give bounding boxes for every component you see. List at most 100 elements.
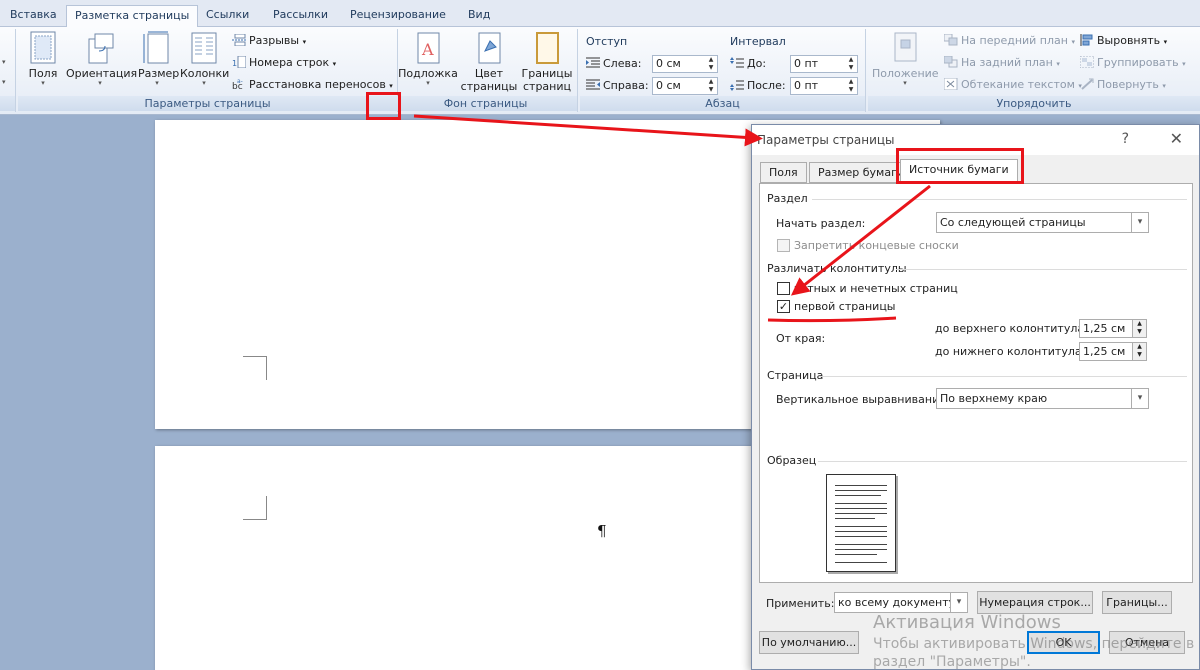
hyphenation-button[interactable]: bc a- Расстановка переносов ▾	[232, 77, 393, 93]
annotation-box-launcher	[366, 92, 401, 120]
section-divider	[812, 199, 1187, 200]
suppress-endnotes-label: Запретить концевые сноски	[794, 239, 959, 252]
tab-view[interactable]: Вид	[460, 5, 498, 27]
watermark-icon: A	[413, 31, 443, 65]
dialog-title: Параметры страницы	[757, 133, 895, 147]
size-button[interactable]: Размер ▾	[138, 31, 179, 87]
spacing-before-input[interactable]: 0 пт ▲ ▼	[790, 55, 858, 73]
indent-right-spinner[interactable]: ▲ ▼	[706, 78, 716, 94]
page-2-margin-corner	[243, 496, 267, 520]
start-section-select[interactable]: Со следующей страницы ▾	[936, 212, 1149, 233]
indent-left-spinner[interactable]: ▲ ▼	[706, 56, 716, 72]
rotate-button[interactable]: Повернуть ▾	[1080, 77, 1166, 93]
ribbon-group-paragraph: Отступ Слева: 0 см ▲ ▼ Справа: 0 см ▲ ▼ Инте…	[580, 29, 866, 112]
page-borders-button[interactable]: Границы страниц	[520, 31, 574, 93]
position-icon	[890, 31, 920, 65]
orientation-button[interactable]: Ориентация ▾	[66, 31, 137, 87]
ribbon-group-page-setup: Поля ▾ Ориентация ▾ Размер ▾ Колонки ▾ Р…	[18, 29, 398, 112]
apply-to-label: Применить:	[766, 597, 835, 610]
text-wrap-icon	[943, 77, 958, 91]
spacing-before-spinner[interactable]: ▲ ▼	[846, 56, 856, 72]
indent-right-label: Справа:	[586, 79, 649, 92]
first-page-checkbox[interactable]: ✓	[777, 300, 790, 313]
ribbon-group-page-background: A Подложка ▾ Цвет страницы ▾ Границы стр…	[394, 29, 578, 112]
ribbon: ▾ ▾ Поля ▾ Ориентация ▾ Размер ▾ Колонки…	[0, 27, 1200, 115]
svg-text:a-: a-	[237, 78, 243, 85]
page-1-margin-corner	[243, 356, 267, 380]
page-header: Страница	[767, 369, 824, 382]
preview-header: Образец	[767, 454, 817, 467]
spacing-after-label: После:	[730, 79, 786, 92]
orientation-icon	[85, 31, 115, 65]
dialog-close-button[interactable]: ✕	[1170, 129, 1183, 148]
indent-right-input[interactable]: 0 см ▲ ▼	[652, 77, 718, 95]
text-wrap-button[interactable]: Обтекание текстом ▾	[943, 77, 1082, 93]
footer-distance-spinner[interactable]: ▲ ▼	[1132, 342, 1147, 361]
group-icon	[1079, 55, 1095, 69]
spacing-before-label: До:	[730, 57, 766, 70]
header-distance-spinner[interactable]: ▲ ▼	[1132, 319, 1147, 338]
chevron-down-icon: ▾	[1131, 213, 1148, 232]
borders-button[interactable]: Границы...	[1102, 591, 1172, 614]
ribbon-tab-bar: Вставка Разметка страницы Ссылки Рассылк…	[0, 0, 1200, 28]
tab-mailings[interactable]: Рассылки	[265, 5, 336, 27]
columns-button[interactable]: Колонки ▾	[180, 31, 229, 87]
spacing-after-spinner[interactable]: ▲ ▼	[846, 78, 856, 94]
paper-source-panel: Раздел Начать раздел: Со следующей стран…	[759, 183, 1193, 583]
tab-insert[interactable]: Вставка	[2, 5, 65, 27]
spacing-before-icon	[730, 57, 744, 69]
section-header: Раздел	[767, 192, 808, 205]
header-distance-label: до верхнего колонтитула:	[935, 322, 1088, 335]
group-button[interactable]: Группировать ▾	[1079, 55, 1186, 71]
windows-activation-title: Активация Windows	[873, 612, 1061, 633]
align-button[interactable]: Выровнять ▾	[1080, 33, 1167, 49]
tab-references[interactable]: Ссылки	[198, 5, 257, 27]
windows-activation-text: Чтобы активировать Windows, перейдите в	[873, 636, 1195, 652]
margins-button[interactable]: Поля ▾	[26, 31, 60, 87]
dialog-help-button[interactable]: ?	[1122, 131, 1129, 147]
indent-left-label: Слева:	[586, 57, 641, 70]
svg-text:A: A	[421, 40, 434, 59]
send-backward-button[interactable]: На задний план ▾	[943, 55, 1060, 71]
dialog-tab-margins[interactable]: Поля	[760, 162, 807, 183]
paragraph-mark: ¶	[597, 522, 607, 540]
breaks-button[interactable]: Разрывы ▾	[232, 33, 306, 49]
odd-even-checkbox[interactable]	[777, 282, 790, 295]
suppress-endnotes-checkbox[interactable]	[777, 239, 790, 252]
line-numbers-button[interactable]: 1 Номера строк ▾	[232, 55, 336, 71]
breaks-icon	[232, 33, 246, 47]
footer-distance-input[interactable]: 1,25 см ▲ ▼	[1079, 342, 1147, 361]
preview-divider	[818, 461, 1187, 462]
spacing-title: Интервал	[730, 35, 786, 48]
first-page-label: первой страницы	[794, 300, 896, 313]
page-divider	[820, 376, 1187, 377]
line-numbers-button[interactable]: Нумерация строк...	[977, 591, 1093, 614]
svg-text:1: 1	[232, 59, 237, 68]
annotation-box-paper-source-tab	[896, 148, 1024, 184]
page-size-icon	[142, 31, 172, 65]
spacing-after-icon	[730, 79, 744, 91]
ribbon-group-arrange: Положение ▾ На передний план ▾ На задний…	[868, 29, 1200, 112]
indent-left-input[interactable]: 0 см ▲ ▼	[652, 55, 718, 73]
windows-activation-text-2: раздел "Параметры".	[873, 654, 1031, 670]
tab-review[interactable]: Рецензирование	[342, 5, 454, 27]
page-setup-dialog: Параметры страницы ? ✕ Поля Размер бумаг…	[751, 124, 1200, 670]
arrange-group-label: Упорядочить	[868, 96, 1200, 111]
apply-to-select[interactable]: ко всему документу ▾	[834, 592, 968, 613]
indent-left-icon	[586, 57, 600, 69]
page-background-group-label: Фон страницы	[394, 96, 577, 111]
page-borders-icon	[532, 31, 562, 65]
align-icon	[1080, 34, 1094, 46]
spacing-after-input[interactable]: 0 пт ▲ ▼	[790, 77, 858, 95]
tab-page-layout[interactable]: Разметка страницы	[66, 5, 199, 28]
vertical-alignment-select[interactable]: По верхнему краю ▾	[936, 388, 1149, 409]
odd-even-label: четных и нечетных страниц	[794, 282, 958, 295]
set-default-button[interactable]: По умолчанию...	[759, 631, 859, 654]
indent-right-icon	[586, 79, 600, 91]
position-button[interactable]: Положение ▾	[872, 31, 939, 87]
columns-icon	[189, 31, 219, 65]
header-distance-input[interactable]: 1,25 см ▲ ▼	[1079, 319, 1147, 338]
watermark-button[interactable]: A Подложка ▾	[398, 31, 458, 87]
vertical-alignment-label: Вертикальное выравнивание:	[776, 393, 950, 406]
bring-forward-button[interactable]: На передний план ▾	[943, 33, 1075, 49]
